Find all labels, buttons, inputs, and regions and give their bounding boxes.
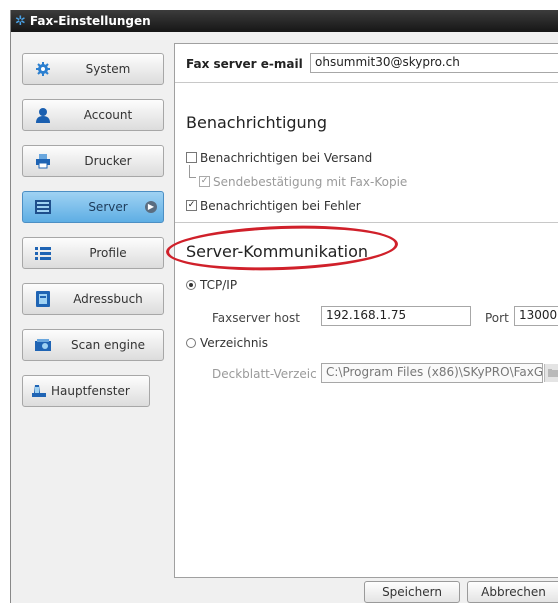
server-comm-section-title: Server-Kommunikation	[186, 242, 369, 261]
sidebar-item-label: System	[85, 62, 131, 76]
sidebar-item-scan-engine[interactable]: Scan engine	[22, 329, 164, 361]
checkmark-icon: ✓	[199, 176, 210, 187]
checkbox-unchecked[interactable]	[186, 152, 197, 163]
sidebar-item-label: Account	[83, 108, 133, 122]
port-label: Port	[485, 311, 509, 325]
sidebar-item-adressbuch[interactable]: Adressbuch	[22, 283, 164, 315]
sidebar-item-drucker[interactable]: Drucker	[22, 145, 164, 177]
divider	[175, 222, 558, 223]
sidebar-item-system[interactable]: System	[22, 53, 164, 85]
list-icon	[35, 247, 51, 260]
folder-browse-button	[544, 364, 558, 382]
notify-on-error-checkbox[interactable]: ✓ Benachrichtigen bei Fehler	[186, 199, 361, 213]
notify-on-send-label: Benachrichtigen bei Versand	[200, 151, 373, 165]
folder-icon	[548, 369, 558, 377]
sidebar-item-profile[interactable]: Profile	[22, 237, 164, 269]
fax-email-input[interactable]: ohsummit30@skypro.ch	[310, 53, 558, 73]
user-icon	[36, 108, 50, 123]
faxserver-host-input[interactable]: 192.168.1.75	[321, 306, 471, 326]
gear-icon: ✲	[15, 13, 26, 29]
window-title: Fax-Einstellungen	[29, 14, 151, 28]
main-window-icon	[32, 385, 46, 397]
sidebar-item-server[interactable]: Server ▶	[22, 191, 164, 223]
settings-panel: Fax server e-mail ohsummit30@skypro.ch B…	[174, 43, 558, 578]
notify-on-error-label: Benachrichtigen bei Fehler	[200, 199, 361, 213]
fax-email-label: Fax server e-mail	[186, 57, 303, 71]
sidebar-item-label: Adressbuch	[73, 292, 143, 306]
send-confirm-label: Sendebestätigung mit Fax-Kopie	[213, 175, 408, 189]
tree-connector	[189, 165, 196, 178]
scanner-icon	[35, 339, 51, 351]
port-input[interactable]: 13000	[514, 306, 558, 326]
notification-section-title: Benachrichtigung	[186, 113, 327, 132]
sidebar-item-label: Hauptfenster	[51, 384, 130, 398]
sidebar-item-hauptfenster[interactable]: Hauptfenster	[22, 375, 150, 407]
gear-icon	[36, 62, 50, 76]
sidebar-item-label: Profile	[89, 246, 127, 260]
printer-icon	[36, 154, 50, 169]
send-confirm-checkbox: ✓ Sendebestätigung mit Fax-Kopie	[199, 175, 407, 189]
tcpip-label: TCP/IP	[200, 278, 238, 292]
sidebar-item-label: Drucker	[84, 154, 132, 168]
directory-radio[interactable]: Verzeichnis	[186, 336, 268, 350]
fax-settings-window: ✲ Fax-Einstellungen System Account Druck…	[10, 10, 558, 603]
sidebar-item-label: Server	[88, 200, 128, 214]
cancel-button[interactable]: Abbrechen	[467, 581, 558, 603]
sidebar-item-label: Scan engine	[71, 338, 145, 352]
notify-on-send-checkbox[interactable]: Benachrichtigen bei Versand	[186, 151, 372, 165]
chevron-right-icon: ▶	[145, 201, 157, 213]
title-bar: ✲ Fax-Einstellungen	[11, 10, 558, 32]
save-button[interactable]: Speichern	[364, 581, 460, 603]
sidebar-item-account[interactable]: Account	[22, 99, 164, 131]
addressbook-icon	[36, 291, 50, 307]
checkmark-icon[interactable]: ✓	[186, 200, 197, 211]
divider	[175, 82, 558, 83]
cover-page-input: C:\Program Files (x86)\SKyPRO\FaxG\	[321, 363, 543, 383]
sidebar: System Account Drucker Server ▶ Profile …	[11, 32, 174, 603]
cover-page-label: Deckblatt-Verzeic	[212, 367, 317, 381]
faxserver-host-label: Faxserver host	[212, 311, 300, 325]
tcpip-radio[interactable]: TCP/IP	[186, 278, 237, 292]
server-icon	[35, 200, 51, 214]
radio-unselected-icon[interactable]	[186, 337, 196, 348]
directory-label: Verzeichnis	[200, 336, 269, 350]
radio-selected-icon[interactable]	[186, 279, 196, 290]
